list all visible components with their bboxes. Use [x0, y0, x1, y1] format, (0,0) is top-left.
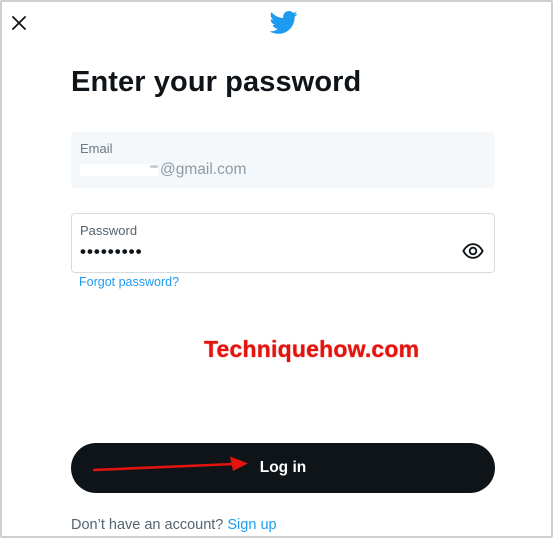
email-field: Email @gmail.com [71, 132, 495, 188]
redacted-username [80, 164, 158, 176]
signup-row: Don’t have an account? Sign up [71, 517, 277, 533]
page-title: Enter your password [71, 66, 362, 98]
password-label: Password [80, 223, 138, 238]
email-label: Email [80, 141, 113, 156]
signup-prompt: Don’t have an account? [71, 517, 224, 533]
modal-dialog: Enter your password Email @gmail.com Pas… [0, 0, 553, 538]
email-domain: @gmail.com [160, 161, 247, 178]
eye-icon [462, 243, 484, 259]
reveal-password-button[interactable] [462, 240, 484, 262]
close-icon [12, 16, 26, 30]
login-button-label: Log in [259, 459, 307, 476]
login-button[interactable]: Log in [71, 443, 495, 493]
password-input[interactable]: ••••••••• [80, 242, 143, 262]
password-field[interactable]: Password ••••••••• [71, 213, 495, 273]
twitter-bird-icon [269, 11, 298, 34]
signup-link[interactable]: Sign up [227, 517, 276, 533]
email-value: @gmail.com [80, 161, 246, 179]
close-button[interactable] [8, 12, 30, 34]
watermark: Techniquehow.com [204, 336, 420, 362]
forgot-password-link[interactable]: Forgot password? [79, 275, 179, 289]
